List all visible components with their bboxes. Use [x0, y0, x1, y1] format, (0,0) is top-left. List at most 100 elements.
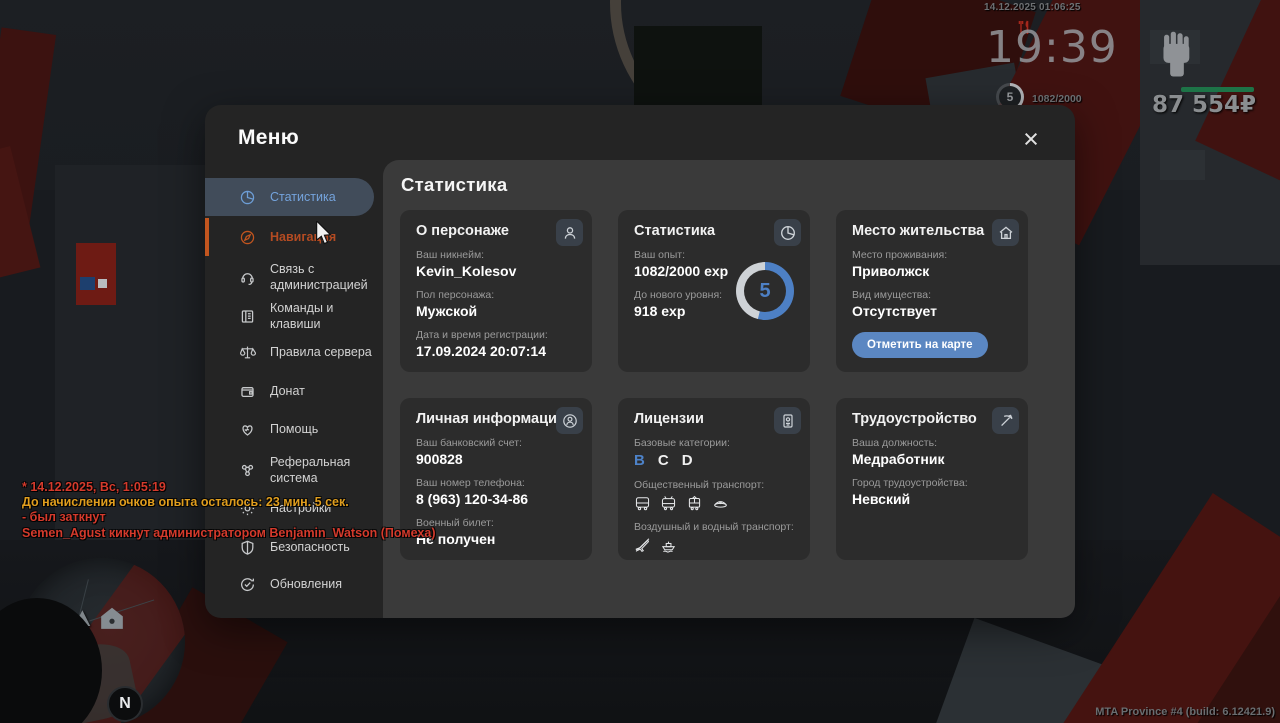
field-label: Пол персонажа:: [416, 289, 495, 301]
field-value: 17.09.2024 20:07:14: [416, 343, 546, 359]
sidebar-item-server-rules[interactable]: Правила сервера: [205, 337, 381, 367]
field-value: Kevin_Kolesov: [416, 263, 517, 279]
bg-vending-machine: [76, 243, 116, 305]
book-icon: [241, 309, 254, 323]
build-label: MTA Province #4 (build: 6.12421.9): [1095, 706, 1275, 718]
card-title: Место жительства: [852, 223, 985, 239]
id-card-icon: [774, 407, 801, 434]
menu-sidebar: Статистика Навигация Связь с администрац…: [205, 105, 383, 618]
license-d: D: [681, 452, 693, 469]
field-label: Место проживания:: [852, 249, 948, 261]
content-heading: Статистика: [401, 174, 508, 195]
pickaxe-icon: [992, 407, 1019, 434]
sidebar-item-label: Помощь: [270, 421, 319, 436]
menu-window: Меню × Статистика Навигация Связь с адми…: [205, 105, 1075, 618]
compass-north-badge: N: [107, 686, 143, 722]
chat-line: - был заткнут: [22, 510, 106, 525]
sidebar-item-updates[interactable]: Обновления: [205, 569, 381, 599]
license-categories: B C D: [634, 452, 794, 469]
chat-log: * 14.12.2025, Вс, 1:05:19 До начисления …: [22, 480, 435, 541]
field-label: Вид имущества:: [852, 289, 932, 301]
chat-line: Semen_Agust кикнут администратором Benja…: [22, 525, 436, 540]
update-check-icon: [241, 577, 254, 591]
license-c: C: [657, 452, 669, 469]
scales-icon: [240, 346, 256, 358]
sidebar-item-navigation[interactable]: Навигация: [205, 218, 381, 256]
field-label: Дата и время регистрации:: [416, 329, 548, 341]
compass-icon: [240, 230, 255, 244]
sidebar-item-help[interactable]: Помощь: [205, 414, 381, 444]
pie-chart-icon: [240, 190, 255, 204]
chat-line: До начисления очков опыта осталось: 23 м…: [22, 495, 349, 510]
card-statistics: Статистика Ваш опыт: 1082/2000 exp До но…: [618, 210, 810, 372]
cursor-pointer: [316, 221, 332, 245]
field-value: Медработник: [852, 451, 945, 467]
card-title: О персонаже: [416, 223, 509, 239]
service-cap-icon: [714, 501, 727, 508]
card-title: Лицензии: [634, 411, 704, 427]
air-water-licenses: [634, 537, 794, 553]
headset-icon: [241, 272, 254, 285]
field-label: Ваш опыт:: [634, 249, 685, 261]
sidebar-item-label: Связь с администрацией: [270, 261, 368, 293]
sidebar-item-label: Правила сервера: [270, 344, 372, 359]
close-button[interactable]: ×: [1015, 123, 1047, 155]
compass-north-label: N: [119, 695, 131, 712]
field-value: Приволжск: [852, 263, 930, 279]
person-icon: [556, 219, 583, 246]
bg-window: [634, 26, 762, 106]
sidebar-item-label: Команды и клавиши: [270, 300, 334, 332]
card-licenses: Лицензии Базовые категории: B C D Общест…: [618, 398, 810, 560]
field-label: Город трудоустройства:: [852, 477, 968, 489]
field-value: 900828: [416, 451, 463, 467]
bus-icon: [635, 497, 650, 511]
money-amount: 87 554₽: [1151, 92, 1256, 118]
public-transport-licenses: [634, 495, 794, 511]
field-value: Невский: [852, 491, 911, 507]
game-screen: 14.12.2025 01:06:25 19:39 5 1082/2000 87…: [0, 0, 1280, 723]
field-value: Не получен: [416, 531, 496, 547]
xp-ring: 5: [736, 262, 794, 320]
wallet-icon: [241, 386, 254, 397]
sidebar-item-admin-contact[interactable]: Связь с администрацией: [205, 258, 381, 296]
stat-cards-grid: О персонаже Ваш никнейм: Kevin_Kolesov П…: [400, 210, 1028, 560]
field-value: 8 (963) 120-34-86: [416, 491, 529, 507]
license-section-label: Базовые категории:: [634, 437, 730, 449]
card-residence: Место жительства Место проживания: Приво…: [836, 210, 1028, 372]
xp-ring-level: 5: [759, 279, 771, 302]
server-datetime: 14.12.2025 01:06:25: [984, 2, 1081, 13]
field-label: Ваш банковский счет:: [416, 437, 522, 449]
sidebar-item-label: Безопасность: [270, 539, 350, 554]
pie-chart-icon: [774, 219, 801, 246]
field-label: Военный билет:: [416, 517, 494, 529]
ship-icon: [661, 541, 676, 553]
license-section-label: Воздушный и водный транспорт:: [634, 521, 794, 533]
tram-icon: [688, 495, 701, 511]
sidebar-item-label: Донат: [270, 383, 305, 398]
field-label: Ваш номер телефона:: [416, 477, 525, 489]
field-value: Мужской: [416, 303, 478, 319]
sidebar-item-statistics[interactable]: Статистика: [205, 178, 374, 216]
home-marker-icon: [101, 607, 123, 629]
level-value: 5: [1006, 90, 1014, 104]
close-icon: ×: [1023, 123, 1039, 154]
card-title: Личная информация: [416, 411, 566, 427]
sidebar-item-commands-keys[interactable]: Команды и клавиши: [205, 297, 381, 335]
mark-on-map-button[interactable]: Отметить на карте: [852, 332, 988, 358]
game-clock: 19:39: [986, 22, 1118, 73]
person-circle-icon: [556, 407, 583, 434]
fist-icon: [1163, 31, 1190, 77]
sidebar-item-donate[interactable]: Донат: [205, 376, 381, 406]
license-section-label: Общественный транспорт:: [634, 479, 765, 491]
field-label: Ваш никнейм:: [416, 249, 485, 261]
airplane-crossed-icon: [635, 538, 650, 552]
sidebar-item-label: Обновления: [270, 576, 342, 591]
house-icon: [992, 219, 1019, 246]
shield-icon: [241, 540, 254, 555]
chat-line: * 14.12.2025, Вс, 1:05:19: [22, 480, 166, 494]
card-about-character: О персонаже Ваш никнейм: Kevin_Kolesov П…: [400, 210, 592, 372]
card-title: Трудоустройство: [852, 411, 977, 427]
xp-counter: 1082/2000: [1032, 93, 1082, 105]
license-b: B: [634, 452, 645, 469]
field-value: Отсутствует: [852, 303, 937, 319]
